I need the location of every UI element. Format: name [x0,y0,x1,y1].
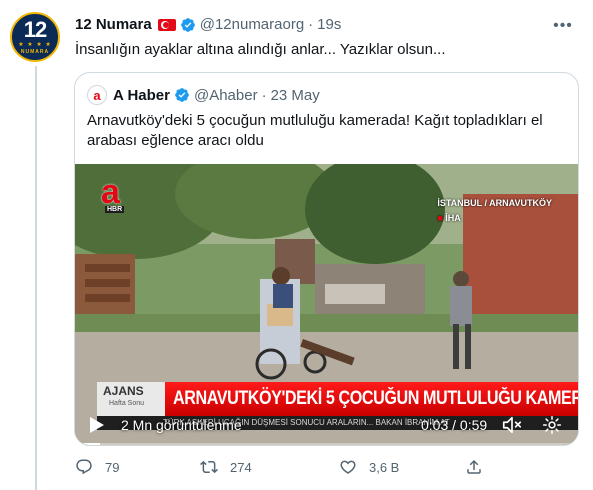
turkey-flag-icon [157,18,176,31]
avatar-band: NUMARA [20,49,50,55]
quoted-avatar-letter: a [93,87,101,103]
author-name[interactable]: 12 Numara [75,16,152,33]
news-banner: AJANS Hafta Sonu ARNAVUTKÖY'DEKİ 5 ÇOCUĞ… [97,382,579,416]
channel-logo-sub: HBR [105,206,125,213]
program-name: AJANS [103,384,144,398]
like-count: 3,6 B [369,459,400,475]
program-logo: AJANS Hafta Sonu [97,382,165,416]
quoted-separator: · [261,86,267,104]
quoted-text: Arnavutköy'deki 5 çocuğun mutluluğu kame… [87,112,543,149]
like-button[interactable]: 3,6 B [339,458,399,476]
quoted-header: a A Haber @Ahaber · 23 May [87,85,320,105]
tweet-time[interactable]: 19s [317,16,341,33]
location-text: İSTANBUL / ARNAVUTKÖY [437,198,552,208]
agency-label: İHA [445,213,461,223]
retweet-count: 274 [230,459,252,475]
video-progress-bar[interactable] [75,443,578,445]
author-avatar[interactable]: 12 ★ ★ ★ ★ NUMARA [10,12,60,62]
video-duration: 0:03 / 0:59 [421,417,488,433]
video-player[interactable]: a HBR İSTANBUL / ARNAVUTKÖY ■ İHA AJANS … [75,164,579,445]
headline-bar: ARNAVUTKÖY'DEKİ 5 ÇOCUĞUN MUTLULUĞU KAME… [165,382,579,416]
more-horizontal-icon[interactable]: ••• [551,14,575,38]
verified-badge-icon [175,88,189,102]
reply-button[interactable]: 79 [75,458,119,476]
tweet-header: 12 Numara @12numaraorg · 19s [75,16,341,33]
quoted-author-name[interactable]: A Haber [113,87,170,104]
view-count: 2 Mn görüntülenme [121,417,242,433]
channel-logo: a HBR [97,173,137,214]
quoted-author-handle[interactable]: @Ahaber [194,87,258,104]
author-handle[interactable]: @12numaraorg [200,16,304,33]
location-tag: İSTANBUL / ARNAVUTKÖY ■ İHA [437,197,552,225]
headline-text: ARNAVUTKÖY'DEKİ 5 ÇOCUĞUN MUTLULUĞU KAME… [173,388,579,409]
verified-badge-icon [180,17,195,32]
program-sub: Hafta Sonu [109,400,145,407]
tweet-actions: 79 274 3,6 B [75,458,575,482]
tweet[interactable]: 12 ★ ★ ★ ★ NUMARA 12 Numara @12numaraorg… [0,0,593,490]
reply-count: 79 [105,459,120,475]
header-separator: · [308,16,314,33]
share-button[interactable] [465,458,495,476]
speaker-muted-icon[interactable] [501,414,523,436]
thread-line [35,66,37,490]
retweet-button[interactable]: 274 [200,458,252,476]
tweet-text: İnsanlığın ayaklar altına alındığı anlar… [75,41,446,58]
agency-tag: ■ İHA [437,213,461,223]
video-progress-fill [75,443,101,445]
reply-icon [76,459,92,475]
settings-icon[interactable] [541,415,563,435]
quoted-time[interactable]: 23 May [271,87,320,104]
quoted-tweet[interactable]: a A Haber @Ahaber · 23 May Arnavutköy'de… [74,72,579,446]
avatar-number: 12 [23,17,48,42]
share-icon [467,459,481,474]
quoted-avatar[interactable]: a [87,85,107,105]
heart-icon [340,460,356,474]
play-icon[interactable] [89,416,105,434]
avatar-stars: ★ ★ ★ ★ [18,42,52,48]
retweet-icon [200,460,218,474]
